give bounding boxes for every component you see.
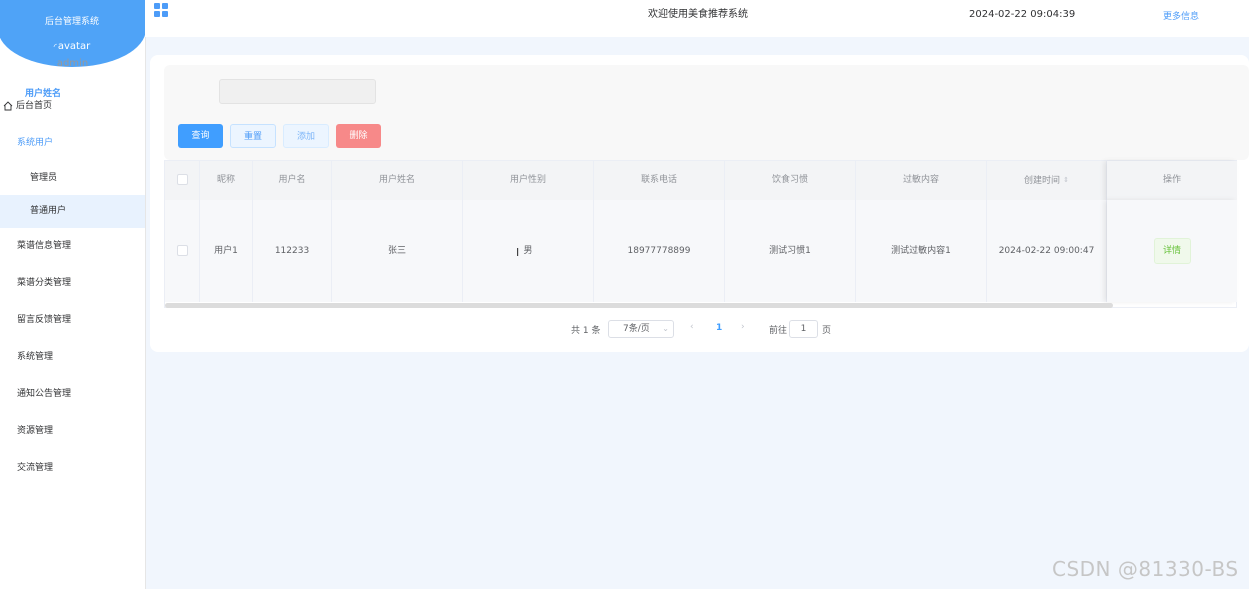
sidebar-item-home[interactable]: 后台首页 bbox=[0, 88, 145, 125]
sidebar-item-feedback[interactable]: 留言反馈管理 bbox=[0, 302, 145, 339]
sidebar-subitem-admin[interactable]: 管理员 bbox=[0, 162, 145, 195]
horizontal-scrollbar[interactable] bbox=[165, 303, 1113, 308]
cell-created: 2024-02-22 09:00:47 bbox=[987, 200, 1107, 302]
select-all-checkbox[interactable] bbox=[176, 174, 188, 185]
row-checkbox[interactable] bbox=[176, 245, 188, 256]
header-created-label: 创建时间 bbox=[1024, 176, 1061, 186]
sidebar-item-system-manage[interactable]: 系统管理 bbox=[0, 339, 145, 376]
header-select-all[interactable] bbox=[165, 161, 200, 200]
sidebar-item-system-users[interactable]: 系统用户 bbox=[0, 125, 145, 162]
header-gender: 用户性别 bbox=[463, 161, 594, 200]
header-realname: 用户姓名 bbox=[332, 161, 463, 200]
page-unit-label: 页 bbox=[822, 326, 832, 336]
detail-button[interactable]: 详情 bbox=[1153, 237, 1191, 264]
sidebar-item-recipe-info[interactable]: 菜谱信息管理 bbox=[0, 228, 145, 265]
welcome-text: 欢迎使用美食推荐系统 bbox=[648, 9, 748, 20]
header-nickname: 昵称 bbox=[200, 161, 253, 200]
sidebar-item-label: 菜谱信息管理 bbox=[17, 241, 72, 251]
table-header: 昵称 用户名 用户姓名 用户性别 联系电话 饮食习惯 过敏内容 创建时间 ⇕ 操作 bbox=[165, 161, 1237, 200]
sidebar-item-notice[interactable]: 通知公告管理 bbox=[0, 376, 145, 413]
sort-icon[interactable]: ⇕ bbox=[1063, 161, 1069, 200]
sidebar-item-exchange[interactable]: 交流管理 bbox=[0, 450, 145, 487]
home-icon bbox=[3, 100, 13, 110]
page-size-select[interactable]: 7条/页 ⌄ bbox=[608, 320, 674, 338]
cell-phone: 18977778899 bbox=[594, 200, 725, 302]
cell-operation: 详情 bbox=[1107, 200, 1237, 302]
delete-button[interactable]: 删除 bbox=[336, 124, 381, 148]
goto-page-input[interactable]: 1 bbox=[789, 320, 818, 338]
cell-username: 112233 bbox=[253, 200, 332, 302]
next-page-icon[interactable]: › bbox=[741, 322, 745, 332]
sidebar-item-label: 系统用户 bbox=[17, 138, 54, 148]
header-phone: 联系电话 bbox=[594, 161, 725, 200]
header-allergy: 过敏内容 bbox=[856, 161, 987, 200]
header-diet: 饮食习惯 bbox=[725, 161, 856, 200]
header-operation: 操作 bbox=[1107, 161, 1237, 200]
more-info-link[interactable]: 更多信息 bbox=[1163, 9, 1199, 22]
sidebar-header: 后台管理系统 ◜avatar bbox=[0, 0, 146, 67]
add-button[interactable]: 添加 bbox=[283, 124, 329, 148]
goto-label: 前往 bbox=[769, 326, 788, 336]
sidebar-item-label: 后台首页 bbox=[16, 101, 53, 111]
table-row: 用户1 112233 张三 男 18977778899 测试习惯1 测试过敏内容… bbox=[165, 200, 1237, 302]
sidebar: 后台管理系统 ◜avatar admin 后台首页 系统用户 管理员 普通用户 … bbox=[0, 0, 146, 589]
sidebar-item-label: 交流管理 bbox=[17, 463, 54, 473]
realname-search-input[interactable] bbox=[219, 79, 376, 104]
avatar[interactable]: ◜avatar bbox=[0, 41, 146, 52]
prev-page-icon[interactable]: ‹ bbox=[690, 322, 694, 332]
query-button[interactable]: 查询 bbox=[178, 124, 223, 148]
current-page-number[interactable]: 1 bbox=[716, 323, 722, 333]
header-username: 用户名 bbox=[253, 161, 332, 200]
user-table: 昵称 用户名 用户姓名 用户性别 联系电话 饮食习惯 过敏内容 创建时间 ⇕ 操作… bbox=[164, 160, 1237, 308]
username: admin bbox=[56, 58, 89, 69]
sidebar-item-recipe-category[interactable]: 菜谱分类管理 bbox=[0, 265, 145, 302]
search-label: 用户姓名 bbox=[25, 89, 62, 99]
avatar-alt-text: avatar bbox=[57, 41, 91, 52]
row-select-cell[interactable] bbox=[165, 200, 200, 302]
text-cursor-icon: I bbox=[516, 246, 520, 259]
current-datetime: 2024-02-22 09:04:39 bbox=[969, 9, 1076, 20]
grid-menu-icon[interactable] bbox=[154, 3, 168, 17]
sidebar-item-label: 留言反馈管理 bbox=[17, 315, 72, 325]
reset-button[interactable]: 重置 bbox=[230, 124, 276, 148]
sidebar-item-label: 管理员 bbox=[30, 173, 58, 183]
sidebar-subitem-normal-user[interactable]: 普通用户 bbox=[0, 195, 145, 228]
system-title: 后台管理系统 bbox=[44, 17, 99, 27]
sidebar-item-label: 菜谱分类管理 bbox=[17, 278, 72, 288]
sidebar-item-label: 通知公告管理 bbox=[17, 389, 72, 399]
watermark: CSDN @81330-BS bbox=[1052, 557, 1239, 581]
cell-nickname: 用户1 bbox=[200, 200, 253, 302]
broken-image-icon: ◜ bbox=[53, 42, 57, 51]
cell-gender: 男 bbox=[463, 200, 594, 302]
pagination-total: 共 1 条 bbox=[571, 326, 601, 336]
chevron-down-icon: ⌄ bbox=[662, 324, 669, 333]
sidebar-item-label: 系统管理 bbox=[17, 352, 54, 362]
page-size-value: 7条/页 bbox=[623, 324, 650, 334]
cell-allergy: 测试过敏内容1 bbox=[856, 200, 987, 302]
sidebar-item-resources[interactable]: 资源管理 bbox=[0, 413, 145, 450]
sidebar-item-label: 资源管理 bbox=[17, 426, 54, 436]
sidebar-menu: 后台首页 系统用户 管理员 普通用户 菜谱信息管理 菜谱分类管理 留言反馈管理 … bbox=[0, 88, 145, 487]
cell-realname: 张三 bbox=[332, 200, 463, 302]
top-bar: 欢迎使用美食推荐系统 2024-02-22 09:04:39 更多信息 bbox=[145, 0, 1249, 37]
sidebar-item-label: 普通用户 bbox=[30, 206, 67, 216]
header-created[interactable]: 创建时间 ⇕ bbox=[987, 161, 1107, 200]
cell-diet: 测试习惯1 bbox=[725, 200, 856, 302]
